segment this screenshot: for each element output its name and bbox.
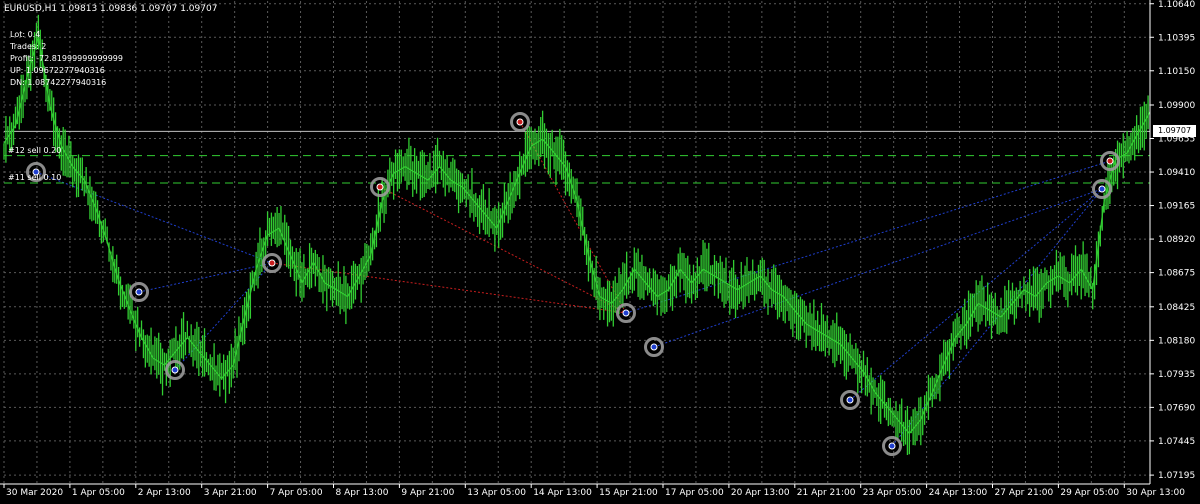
y-tick-label: 1.08920 (1158, 235, 1195, 245)
x-tick-label: 8 Apr 13:00 (336, 488, 389, 498)
y-tick-label: 1.09410 (1158, 168, 1195, 178)
price-series (3, 14, 1151, 456)
price-chart[interactable]: 1.106401.103951.101501.099001.096551.094… (0, 0, 1200, 500)
x-tick-label: 23 Apr 05:00 (863, 488, 922, 498)
x-tick-label: 27 Apr 21:00 (995, 488, 1054, 498)
buy-marker (846, 396, 854, 404)
x-tick-label: 9 Apr 21:00 (401, 488, 454, 498)
trade-link-line (653, 188, 1103, 348)
y-tick-label: 1.09165 (1158, 202, 1195, 212)
x-tick-label: 30 Mar 2020 (6, 488, 63, 498)
y-tick-label: 1.07690 (1158, 403, 1195, 413)
order-label: #11 sell 0.10 (8, 172, 62, 182)
chart-area[interactable]: 1.10640 1.10395 1.10150 1.09900 1.09655 1.094… (0, 0, 1200, 500)
x-tick-label: 21 Apr 21:00 (797, 488, 856, 498)
x-tick-label: 17 Apr 05:00 (665, 488, 724, 498)
chart-header: EURUSD,H1 1.09813 1.09836 1.09707 1.0970… (4, 4, 218, 14)
grid (3, 1, 1150, 484)
trade-markers (26, 112, 1120, 456)
x-tick-label: 15 Apr 21:00 (599, 488, 658, 498)
sell-marker (268, 259, 276, 267)
x-tick-label: 14 Apr 13:00 (533, 488, 592, 498)
current-price-label: 1.09707 (1153, 125, 1196, 138)
y-tick-label: 1.10395 (1158, 33, 1195, 43)
y-tick-label: 1.09900 (1158, 101, 1195, 111)
sell-marker (516, 118, 524, 126)
y-tick-label: 1.10640 (1158, 0, 1195, 10)
y-tick-label: 1.07445 (1158, 437, 1195, 447)
y-tick-label: 1.08425 (1158, 303, 1195, 313)
x-tick-label: 2 Apr 13:00 (138, 488, 191, 498)
trade-link-line (35, 171, 273, 264)
y-tick-label: 1.07195 (1158, 471, 1195, 481)
x-tick-label: 24 Apr 13:00 (929, 488, 988, 498)
x-tick-label: 20 Apr 13:00 (731, 488, 790, 498)
info-line: DN: 1.087422779403​16 (10, 78, 107, 87)
order-label: #12 sell 0.20 (8, 145, 62, 155)
info-line: Trades: 2 (10, 42, 47, 51)
y-tick-label: 1.08180 (1158, 336, 1195, 346)
buy-marker (171, 366, 179, 374)
axes: 1.106401.103951.101501.099001.096551.094… (0, 0, 1195, 498)
order-lines (4, 130, 1150, 184)
sell-marker (1106, 157, 1114, 165)
x-tick-label: 29 Apr 05:00 (1060, 488, 1119, 498)
x-tick-label: 30 Apr 13:00 (1126, 488, 1185, 498)
buy-marker (1098, 185, 1106, 193)
info-line: Profit: -72.81999999999999 (10, 54, 123, 63)
x-tick-label: 3 Apr 21:00 (204, 488, 257, 498)
buy-marker (622, 309, 630, 317)
buy-marker (135, 288, 143, 296)
buy-marker (650, 343, 658, 351)
y-tick-label: 1.10150 (1158, 67, 1195, 77)
info-line: UP: 1.096722779403​16 (10, 66, 105, 75)
y-tick-label: 1.07935 (1158, 370, 1195, 380)
sell-marker (376, 183, 384, 191)
buy-marker (888, 442, 896, 450)
x-tick-label: 13 Apr 05:00 (467, 488, 526, 498)
trade-lines (35, 121, 1111, 447)
info-line: Lot: 0.4 (10, 30, 41, 39)
x-tick-label: 1 Apr 05:00 (72, 488, 125, 498)
x-tick-label: 7 Apr 05:00 (270, 488, 323, 498)
y-tick-label: 1.08675 (1158, 269, 1195, 279)
